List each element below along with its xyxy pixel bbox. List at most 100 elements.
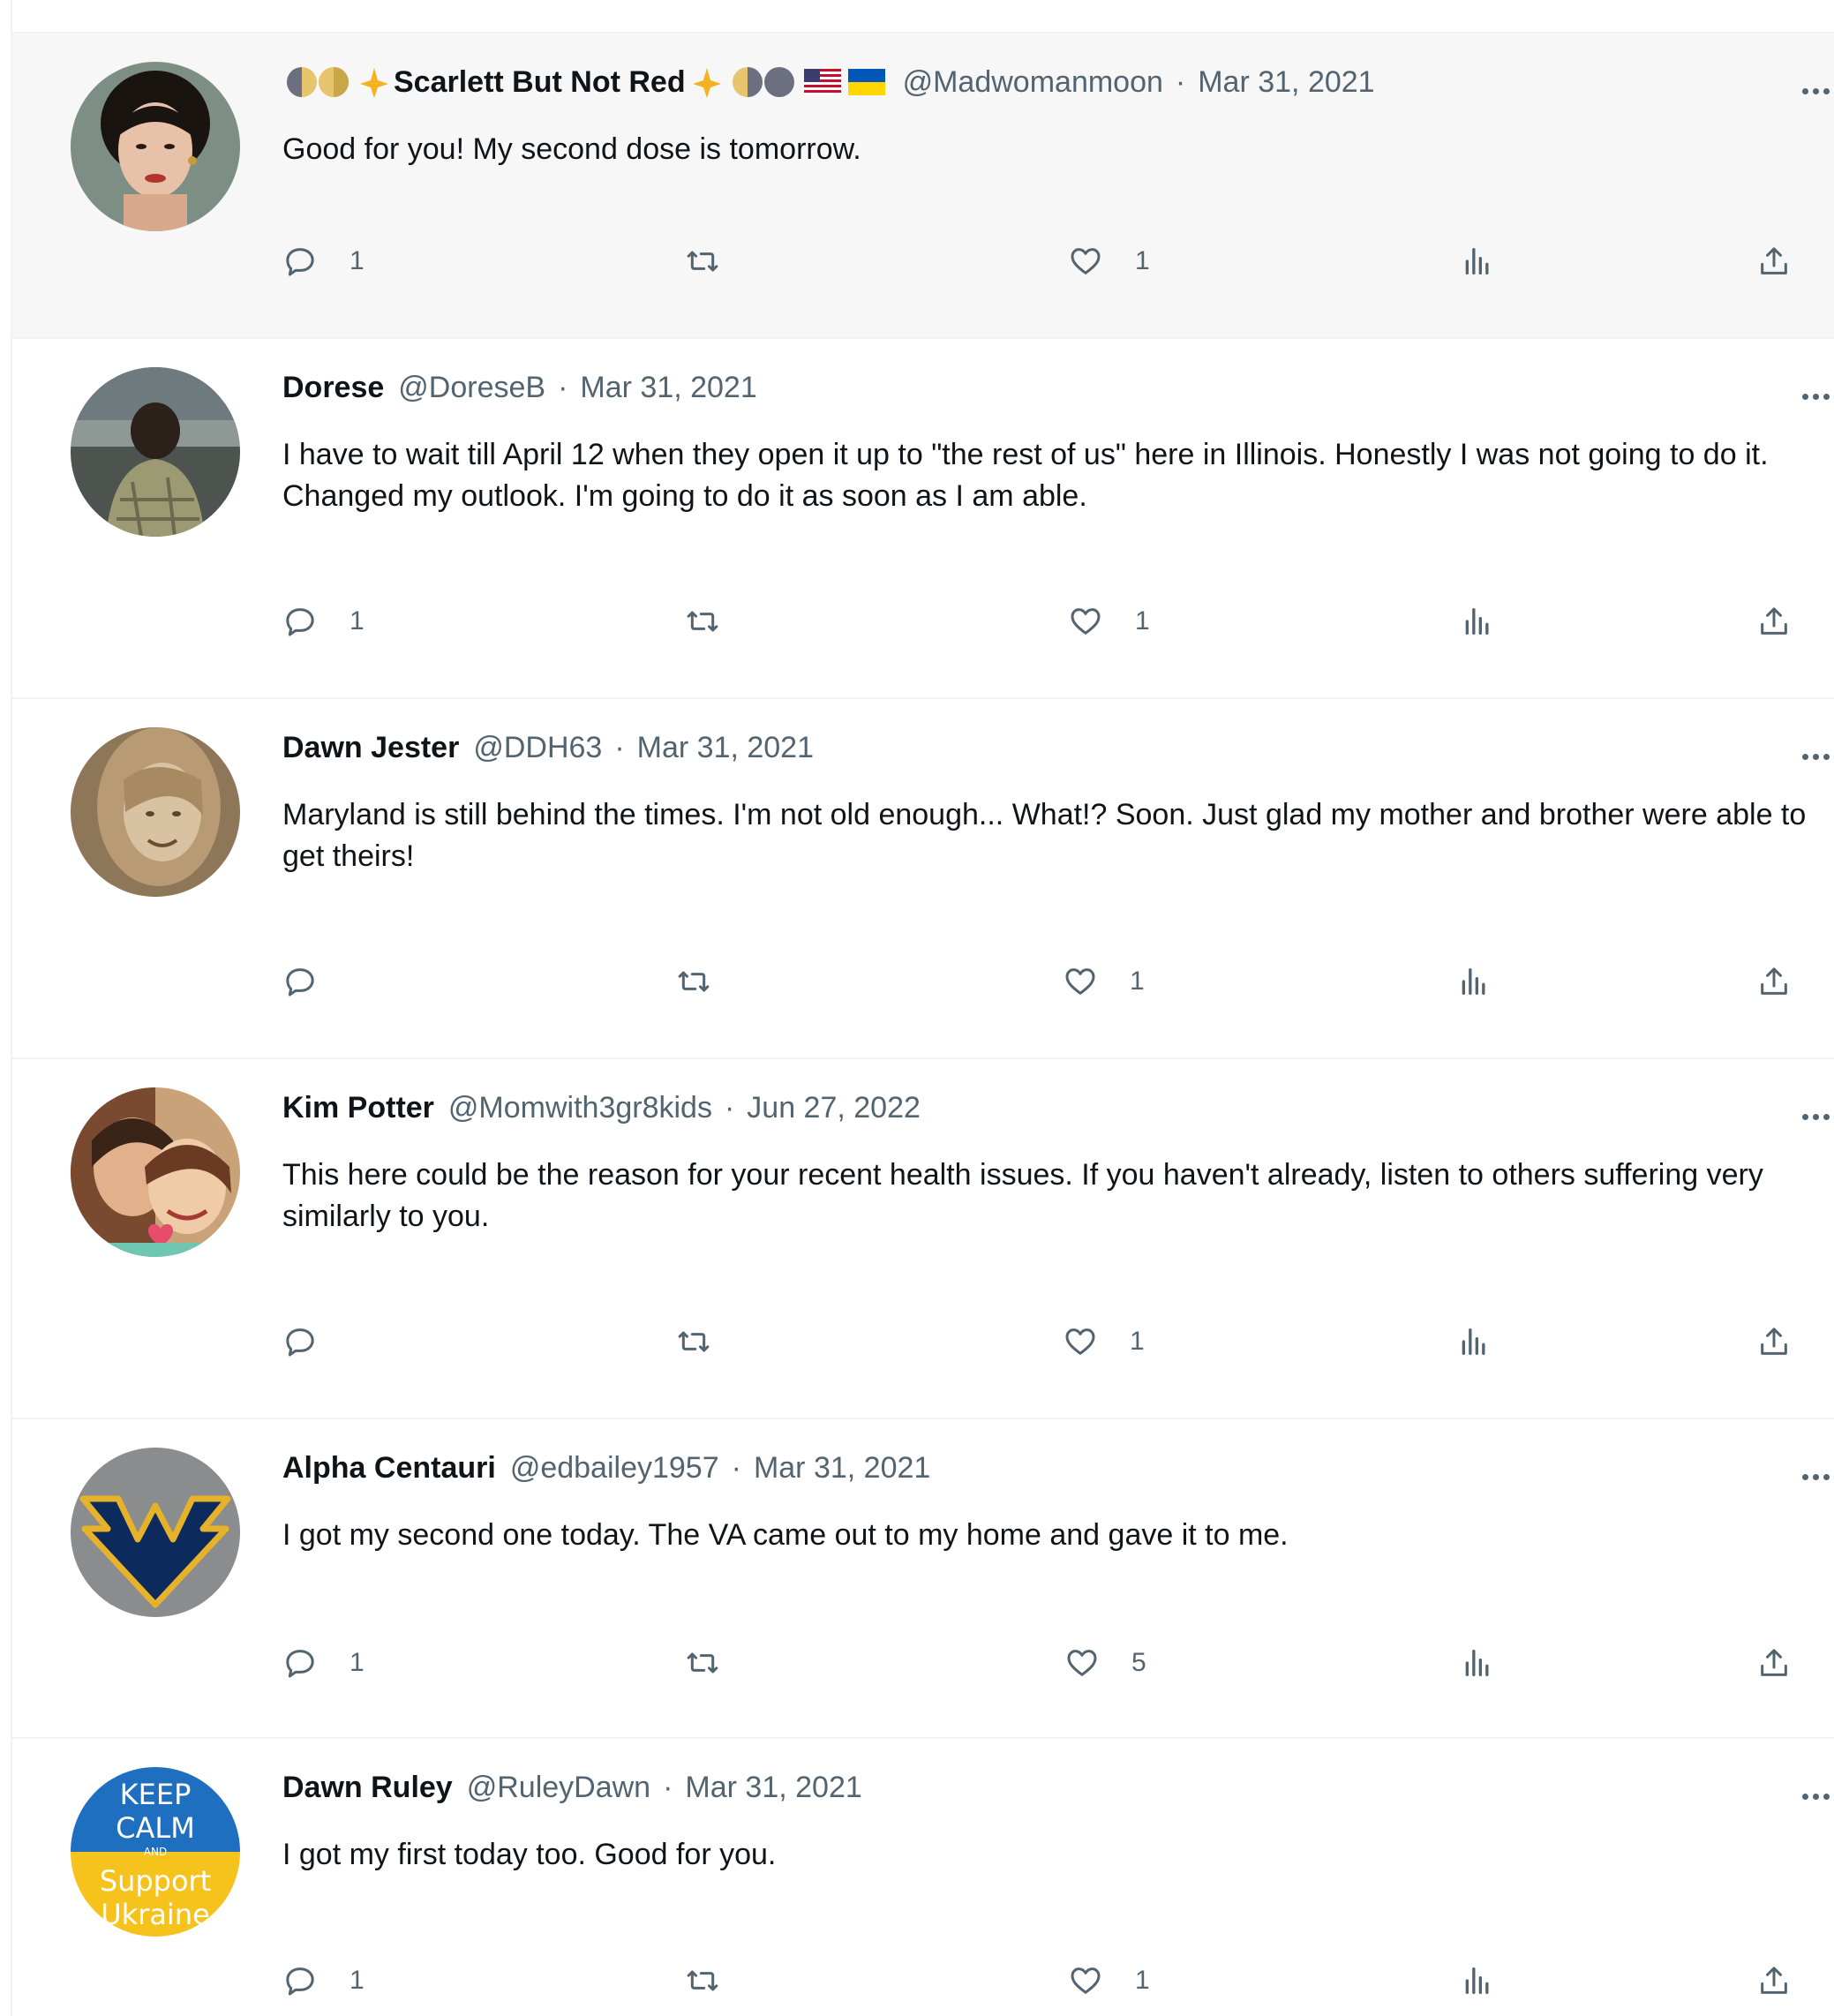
more-icon[interactable] [1802,88,1830,94]
repost-button[interactable] [676,960,743,1003]
reply-button[interactable]: 1 [282,240,365,282]
repost-button[interactable] [685,1960,752,2002]
like-button[interactable]: 1 [1068,600,1150,643]
like-button[interactable]: 1 [1068,240,1150,282]
author-handle[interactable]: @Momwith3gr8kids [448,1091,712,1125]
repost-icon [687,1970,718,1991]
reply-button[interactable] [282,1320,350,1363]
tweet-text: Good for you! My second dose is tomorrow… [282,132,861,166]
reply-count: 1 [350,246,365,275]
tweet-date[interactable]: Mar 31, 2021 [580,371,756,405]
like-count: 1 [1135,246,1150,275]
author-name[interactable]: Dawn Jester [282,731,459,765]
repost-button[interactable] [676,1320,743,1363]
tweet[interactable]: Alpha Centauri @edbailey1957 · Mar 31, 2… [12,1418,1834,1737]
tweet-date[interactable]: Mar 31, 2021 [685,1771,861,1805]
share-icon [1761,607,1787,635]
share-button[interactable] [1756,240,1792,282]
action-bar: 1 1 [12,240,1834,282]
tweet[interactable]: KEEP CALM AND Support Ukraine Dawn Ruley… [12,1737,1834,2016]
heart-icon [1071,1967,1101,1994]
author-name[interactable]: Alpha Centauri [282,1451,496,1486]
avatar[interactable] [71,1448,240,1617]
author-name[interactable]: Dawn Ruley [282,1771,453,1805]
share-icon [1761,967,1787,995]
repost-icon [678,971,710,992]
tweet-text: This here could be the reason for your r… [282,1158,1763,1233]
share-button[interactable] [1756,960,1792,1003]
avatar[interactable]: KEEP CALM AND Support Ukraine [71,1767,240,1937]
avatar[interactable] [71,367,240,537]
more-icon[interactable] [1802,394,1830,400]
views-button[interactable] [1460,1960,1495,2002]
more-icon[interactable] [1802,1794,1830,1800]
author-handle[interactable]: @DDH63 [473,731,602,765]
reply-count: 1 [350,1966,365,1995]
tweet-date[interactable]: Mar 31, 2021 [637,731,814,765]
like-count: 1 [1135,1966,1150,1995]
separator: · [724,1090,735,1125]
tweet-header: Dawn Ruley @RuleyDawn · Mar 31, 2021 [282,1765,862,1809]
tweet-header: Dorese @DoreseB · Mar 31, 2021 [282,365,757,410]
avatar[interactable] [71,1087,240,1257]
like-button[interactable]: 1 [1063,960,1145,1003]
reply-icon [286,1650,314,1678]
separator: · [558,370,568,404]
tweet-date[interactable]: Jun 27, 2022 [747,1091,921,1125]
views-icon [1462,1328,1485,1355]
tweet-header: Scarlett But Not Red @Madwomanmoon · Mar… [282,60,1375,104]
tweet-date[interactable]: Mar 31, 2021 [1198,65,1374,100]
avatar[interactable] [71,727,240,897]
views-button[interactable] [1456,960,1492,1003]
reply-button[interactable]: 1 [282,1642,365,1684]
like-button[interactable]: 1 [1063,1320,1145,1363]
views-button[interactable] [1460,240,1495,282]
tweet[interactable]: Scarlett But Not Red @Madwomanmoon · Mar… [12,32,1834,337]
avatar[interactable] [71,62,240,231]
repost-button[interactable] [685,240,752,282]
share-button[interactable] [1756,1960,1792,2002]
sparkles-emoji-icon [689,64,725,100]
tweet[interactable]: Kim Potter @Momwith3gr8kids · Jun 27, 20… [12,1057,1834,1418]
like-count: 5 [1131,1648,1146,1677]
tweet-header: Dawn Jester @DDH63 · Mar 31, 2021 [282,726,814,770]
author-name[interactable]: Kim Potter [282,1091,434,1125]
author-handle[interactable]: @edbailey1957 [510,1451,719,1486]
reply-icon [286,968,314,997]
separator: · [1175,64,1186,99]
views-button[interactable] [1460,600,1495,643]
action-bar: 1 1 [12,600,1834,643]
heart-icon [1065,968,1095,995]
share-button[interactable] [1756,600,1792,643]
author-handle[interactable]: @DoreseB [398,371,545,405]
author-name[interactable]: Scarlett But Not Red [394,65,686,100]
tweet-date[interactable]: Mar 31, 2021 [754,1451,930,1486]
repost-button[interactable] [685,1642,752,1684]
more-icon[interactable] [1802,1474,1830,1480]
share-button[interactable] [1756,1642,1792,1684]
tweet-text: Maryland is still behind the times. I'm … [282,798,1807,873]
repost-icon [687,611,718,632]
heart-icon [1065,1328,1095,1355]
more-icon[interactable] [1802,1114,1830,1120]
reply-button[interactable]: 1 [282,600,365,643]
tweet[interactable]: Dorese @DoreseB · Mar 31, 2021 I have to… [12,337,1834,697]
views-button[interactable] [1460,1642,1495,1684]
reply-button[interactable]: 1 [282,1960,365,2002]
like-button[interactable]: 5 [1064,1642,1146,1684]
author-name[interactable]: Dorese [282,371,384,405]
share-icon [1761,1328,1787,1355]
reply-button[interactable] [282,960,350,1003]
reply-icon [286,248,314,276]
like-button[interactable]: 1 [1068,1960,1150,2002]
share-button[interactable] [1756,1320,1792,1363]
views-icon [1462,968,1485,995]
repost-button[interactable] [685,600,752,643]
views-icon [1465,1650,1489,1676]
author-handle[interactable]: @Madwomanmoon [903,65,1163,100]
more-icon[interactable] [1802,754,1830,760]
views-button[interactable] [1456,1320,1492,1363]
author-handle[interactable]: @RuleyDawn [467,1771,650,1805]
tweet-text: I got my second one today. The VA came o… [282,1518,1289,1552]
tweet[interactable]: Dawn Jester @DDH63 · Mar 31, 2021 Maryla… [12,697,1834,1057]
